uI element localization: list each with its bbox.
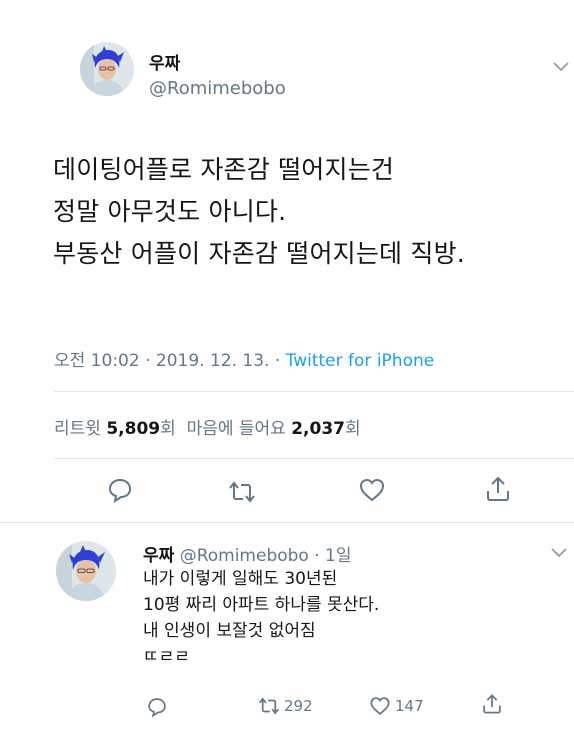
reply-icon — [146, 696, 168, 718]
main-tweet: 우짜 @Romimebobo 데이팅어플로 자존감 떨어지는건 정말 아무것도 … — [0, 0, 574, 522]
tweet-text-line: 내가 이렇게 일해도 30년된 — [143, 569, 338, 589]
tweet-text-line: 정말 아무것도 아니다. — [53, 197, 287, 226]
tweet-text-line: 10평 짜리 아파트 하나를 못산다. — [143, 595, 380, 615]
source-link[interactable]: Twitter for iPhone — [286, 351, 435, 371]
like-stat[interactable]: 마음에 들어요 2,037회 — [187, 419, 361, 439]
retweet-stat[interactable]: 리트윗 5,809회 — [54, 419, 176, 439]
tweet-text-line: 부동산 어플이 자존감 떨어지는데 직방. — [53, 239, 465, 268]
reply-button[interactable] — [146, 696, 168, 718]
retweet-label: 리트윗 — [54, 419, 101, 439]
tweet-text-line: 내 인생이 보잘것 없어짐 — [143, 621, 316, 641]
like-label: 마음에 들어요 — [186, 419, 286, 439]
tweet-meta: 오전 10:02 · 2019. 12. 13. · Twitter for i… — [54, 346, 434, 371]
avatar-image — [56, 541, 116, 601]
chevron-down-icon[interactable] — [551, 548, 567, 558]
avatar[interactable] — [80, 42, 134, 96]
tweet-text: 데이팅어플로 자존감 떨어지는건 정말 아무것도 아니다. 부동산 어플이 자존… — [53, 149, 465, 275]
like-icon[interactable] — [358, 476, 386, 504]
like-icon — [369, 695, 391, 717]
share-icon[interactable] — [484, 475, 512, 503]
tweet-text-line: 데이팅어플로 자존감 떨어지는건 — [53, 155, 395, 184]
display-name[interactable]: 우짜 — [143, 546, 174, 566]
tweet-text: 내가 이렇게 일해도 30년된 10평 짜리 아파트 하나를 못산다. 내 인생… — [143, 566, 379, 670]
like-button[interactable]: 147 — [369, 695, 424, 717]
retweet-icon — [258, 695, 280, 717]
user-handle[interactable]: @Romimebobo — [149, 78, 286, 99]
like-suffix: 회 — [345, 419, 361, 439]
avatar[interactable] — [56, 541, 116, 601]
reply-header: 우짜 @Romimebobo · 1일 — [143, 541, 352, 566]
share-button[interactable] — [481, 693, 503, 715]
tweet-stats: 리트윗 5,809회 마음에 들어요 2,037회 — [54, 414, 361, 439]
avatar-image — [80, 42, 134, 96]
retweet-count: 5,809 — [106, 419, 161, 439]
user-handle[interactable]: @Romimebobo · 1일 — [180, 546, 352, 566]
divider — [54, 458, 574, 459]
share-icon — [481, 693, 503, 715]
divider — [0, 522, 574, 523]
like-count: 2,037 — [291, 419, 345, 439]
tweet-text-line: ㄸㄹㄹ — [143, 647, 190, 667]
retweet-button[interactable]: 292 — [258, 695, 313, 717]
retweet-count: 292 — [284, 697, 313, 715]
retweet-suffix: 회 — [160, 419, 176, 439]
like-count: 147 — [395, 697, 424, 715]
retweet-icon[interactable] — [228, 478, 256, 506]
divider — [54, 391, 574, 392]
timestamp[interactable]: 오전 10:02 · 2019. 12. 13. · — [54, 351, 286, 371]
chevron-down-icon[interactable] — [553, 62, 569, 72]
display-name[interactable]: 우짜 — [149, 49, 180, 74]
reply-icon[interactable] — [106, 476, 134, 504]
